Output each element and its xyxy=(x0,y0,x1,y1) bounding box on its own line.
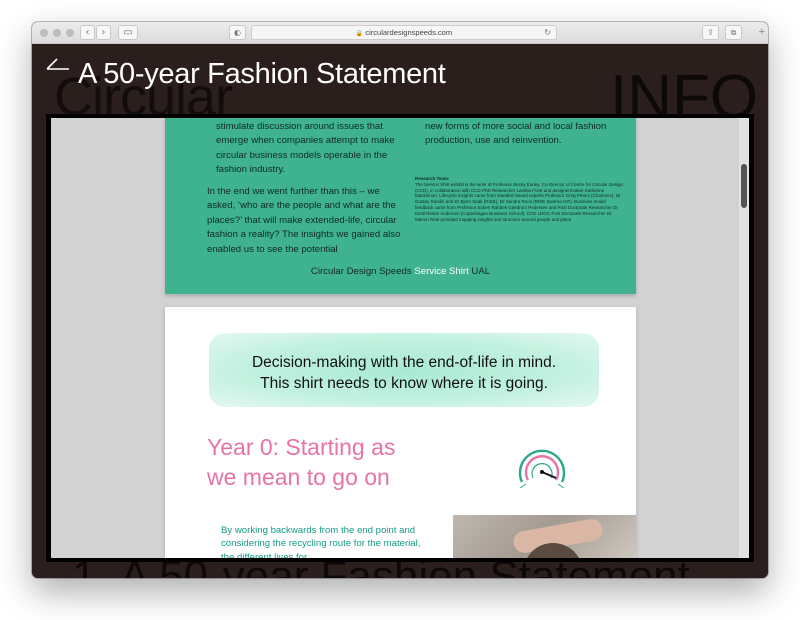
banner-line-1: Decision-making with the end-of-life in … xyxy=(251,354,557,371)
reload-icon[interactable]: ↻ xyxy=(544,26,551,39)
banner-text: Decision-making with the end-of-life in … xyxy=(209,352,599,394)
back-arrow-icon[interactable] xyxy=(42,54,72,84)
sidebar-icon: ▭ xyxy=(123,27,133,38)
page-title: A 50-year Fashion Statement xyxy=(78,58,446,90)
lifecycle-gauge-icon xyxy=(518,449,566,489)
browser-toolbar: ‹ › ▭ ◐ 🔒 circulardesignspeeds.com ↻ ⇪ ⧉ … xyxy=(32,22,768,44)
close-window-button[interactable] xyxy=(40,29,48,37)
share-icon: ⇪ xyxy=(707,28,714,37)
research-team-credits: Research Team: The Service Shirt exhibit… xyxy=(415,176,623,222)
production-paragraph: new forms of more social and local fashi… xyxy=(425,121,607,147)
url-text: circulardesignspeeds.com xyxy=(365,28,453,37)
zoom-window-button[interactable] xyxy=(66,29,74,37)
footer-project-name: Circular Design Speeds xyxy=(310,266,412,277)
year-zero-heading: Year 0: Starting as we mean to go on xyxy=(207,432,437,492)
shield-icon: ◐ xyxy=(234,28,241,37)
backwards-working-paragraph: By working backwards from the end point … xyxy=(221,525,421,558)
heading-line-2: we mean to go on xyxy=(207,464,390,490)
minimize-window-button[interactable] xyxy=(53,29,61,37)
heading-line-1: Year 0: Starting as xyxy=(207,434,396,460)
footer-exhibit-name: Service Shirt xyxy=(414,266,469,277)
forward-nav-button[interactable]: › xyxy=(96,25,111,40)
viewer-scrollbar-thumb[interactable] xyxy=(741,164,747,208)
share-button[interactable]: ⇪ xyxy=(702,25,719,40)
page-footer: Circular Design Speeds Service Shirt UAL xyxy=(165,266,636,277)
model-photo xyxy=(453,515,636,558)
banner-line-2: This shirt needs to know where it is goi… xyxy=(260,375,548,392)
sidebar-toggle-button[interactable]: ▭ xyxy=(118,25,138,40)
lock-icon: 🔒 xyxy=(355,31,364,37)
browser-window: ‹ › ▭ ◐ 🔒 circulardesignspeeds.com ↻ ⇪ ⧉ … xyxy=(32,22,768,578)
tabs-icon: ⧉ xyxy=(730,28,737,37)
document-scroll-area[interactable]: stimulate discussion around issues that … xyxy=(51,118,749,558)
privacy-shield-button[interactable]: ◐ xyxy=(229,25,246,40)
document-page-white: Decision-making with the end-of-life in … xyxy=(165,307,636,558)
insight-paragraph: In the end we went further than this – w… xyxy=(207,186,401,255)
new-tab-button[interactable]: + xyxy=(759,26,765,38)
show-tabs-button[interactable]: ⧉ xyxy=(725,25,742,40)
intro-paragraph-end: stimulate discussion around issues that … xyxy=(216,121,395,176)
end-of-life-banner: Decision-making with the end-of-life in … xyxy=(209,333,599,407)
document-viewer[interactable]: stimulate discussion around issues that … xyxy=(46,114,754,562)
address-bar[interactable]: 🔒 circulardesignspeeds.com ↻ xyxy=(251,25,557,40)
chevron-left-icon: ‹ xyxy=(85,27,90,38)
back-nav-button[interactable]: ‹ xyxy=(80,25,95,40)
viewer-scrollbar-track[interactable] xyxy=(739,118,749,558)
document-page-green: stimulate discussion around issues that … xyxy=(165,118,636,294)
chevron-right-icon: › xyxy=(101,27,106,38)
footer-institution: UAL xyxy=(471,266,491,277)
site-page: Circular INFO 1 A 50-year Fashion Statem… xyxy=(32,44,768,578)
research-team-body: The Service Shirt exhibit is the work of… xyxy=(415,181,623,222)
